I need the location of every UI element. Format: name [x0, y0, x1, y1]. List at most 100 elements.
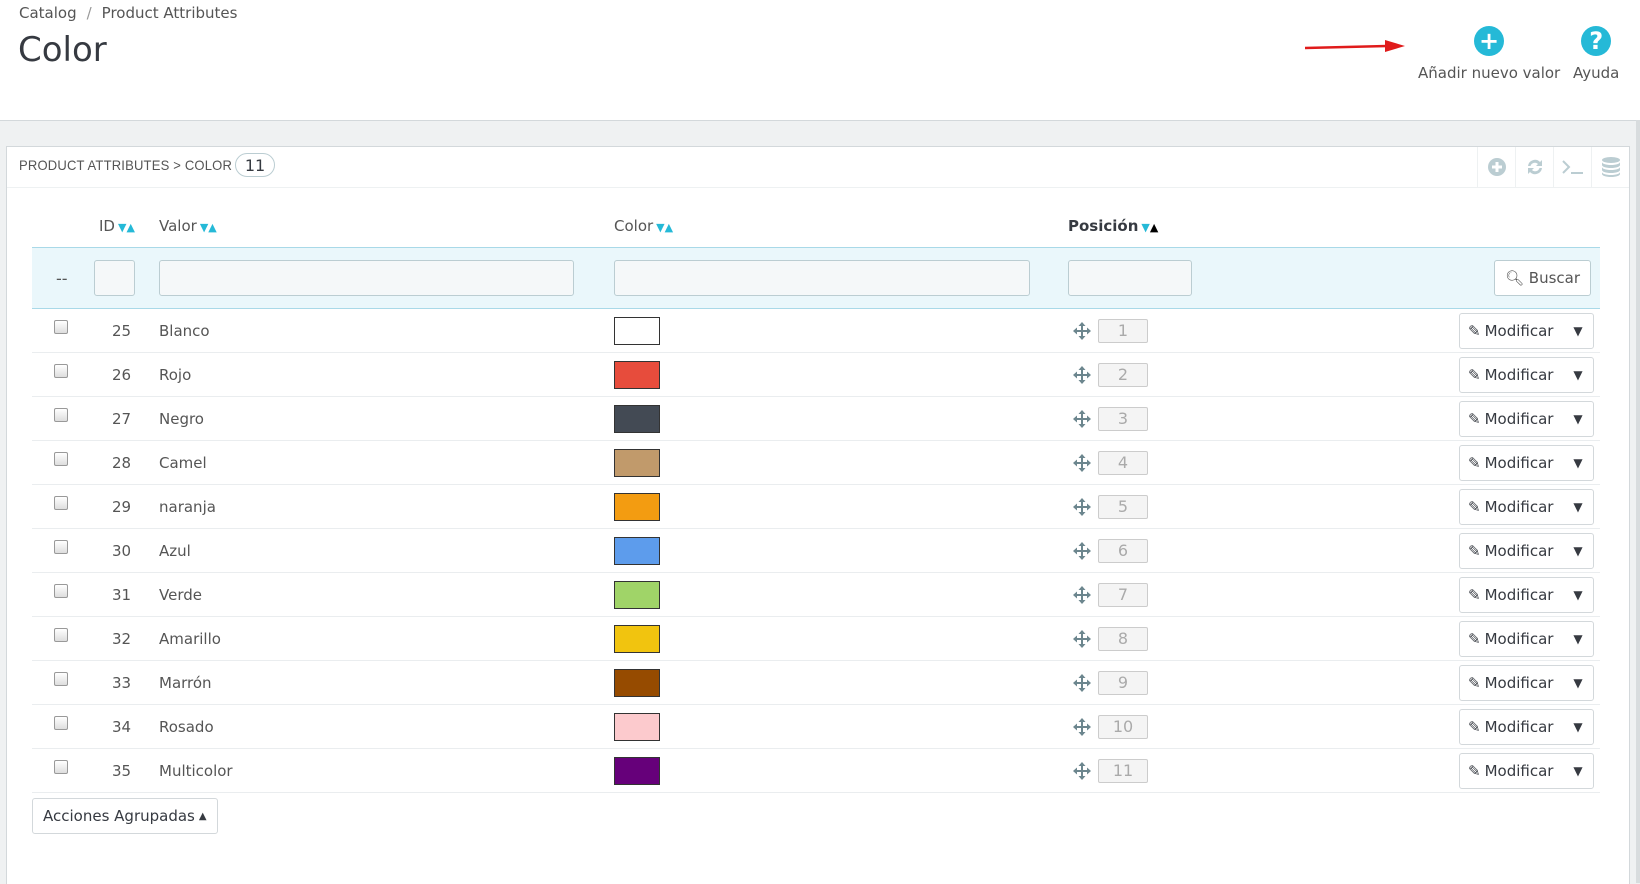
row-checkbox[interactable] [54, 671, 68, 686]
pencil-icon: ✎ [1468, 585, 1481, 604]
caret-down-icon[interactable]: ▼ [1563, 676, 1593, 690]
caret-down-icon[interactable]: ▼ [1563, 544, 1593, 558]
drag-move-icon[interactable] [1073, 409, 1091, 428]
terminal-icon[interactable] [1553, 147, 1591, 187]
color-swatch [614, 668, 660, 697]
edit-button[interactable]: ✎ Modificar [1460, 630, 1563, 648]
edit-button-group[interactable]: ✎ Modificar ▼ [1459, 356, 1594, 393]
edit-button-group[interactable]: ✎ Modificar ▼ [1459, 620, 1594, 657]
edit-label: Modificar [1484, 673, 1554, 692]
drag-move-icon[interactable] [1073, 761, 1091, 780]
sort-arrows-icon[interactable]: ▼▲ [1141, 221, 1158, 234]
filter-position-input[interactable] [1068, 260, 1192, 296]
caret-down-icon[interactable]: ▼ [1563, 456, 1593, 470]
edit-button-group[interactable]: ✎ Modificar ▼ [1459, 664, 1594, 701]
caret-down-icon[interactable]: ▼ [1563, 588, 1593, 602]
column-id[interactable]: ID ▼▲ [99, 205, 159, 248]
caret-down-icon[interactable]: ▼ [1563, 324, 1593, 338]
drag-move-icon[interactable] [1073, 585, 1091, 604]
breadcrumb-catalog[interactable]: Catalog [19, 4, 77, 22]
row-checkbox[interactable] [54, 539, 68, 554]
edit-button[interactable]: ✎ Modificar [1460, 322, 1563, 340]
drag-move-icon[interactable] [1073, 321, 1091, 340]
row-checkbox[interactable] [54, 583, 68, 598]
row-value: Marrón [159, 660, 614, 705]
row-id: 26 [99, 352, 159, 397]
row-checkbox[interactable] [54, 363, 68, 378]
caret-down-icon[interactable]: ▼ [1563, 368, 1593, 382]
column-color[interactable]: Color ▼▲ [614, 205, 1068, 248]
caret-down-icon[interactable]: ▼ [1563, 632, 1593, 646]
search-button[interactable]: 🔍︎ Buscar [1493, 260, 1591, 296]
edit-button-group[interactable]: ✎ Modificar ▼ [1459, 312, 1594, 349]
bulk-actions-label: Acciones Agrupadas [43, 807, 195, 825]
edit-button[interactable]: ✎ Modificar [1460, 586, 1563, 604]
row-value: Rojo [159, 352, 614, 397]
edit-button[interactable]: ✎ Modificar [1460, 366, 1563, 384]
drag-move-icon[interactable] [1073, 673, 1091, 692]
edit-button[interactable]: ✎ Modificar [1460, 498, 1563, 516]
row-value: Rosado [159, 704, 614, 749]
caret-down-icon[interactable]: ▼ [1563, 764, 1593, 778]
table-row: 31 Verde 7 ✎ Modificar ▼ [32, 572, 1600, 617]
row-checkbox[interactable] [54, 759, 68, 774]
refresh-icon[interactable] [1515, 147, 1553, 187]
edit-button-group[interactable]: ✎ Modificar ▼ [1459, 532, 1594, 569]
edit-label: Modificar [1484, 409, 1554, 428]
edit-label: Modificar [1484, 497, 1554, 516]
database-icon[interactable] [1591, 147, 1629, 187]
row-checkbox[interactable] [54, 451, 68, 466]
edit-button[interactable]: ✎ Modificar [1460, 762, 1563, 780]
drag-move-icon[interactable] [1073, 497, 1091, 516]
edit-button[interactable]: ✎ Modificar [1460, 542, 1563, 560]
filter-value-input[interactable] [159, 260, 574, 296]
add-new-value-button[interactable]: + Añadir nuevo valor [1418, 26, 1560, 82]
drag-move-icon[interactable] [1073, 541, 1091, 560]
edit-button-group[interactable]: ✎ Modificar ▼ [1459, 708, 1594, 745]
edit-button-group[interactable]: ✎ Modificar ▼ [1459, 400, 1594, 437]
edit-button-group[interactable]: ✎ Modificar ▼ [1459, 488, 1594, 525]
caret-down-icon[interactable]: ▼ [1563, 720, 1593, 734]
breadcrumb: Catalog / Product Attributes [19, 4, 237, 22]
sort-arrows-icon[interactable]: ▼▲ [200, 221, 217, 234]
edit-button[interactable]: ✎ Modificar [1460, 718, 1563, 736]
row-checkbox[interactable] [54, 715, 68, 730]
add-new-value-label: Añadir nuevo valor [1418, 64, 1561, 82]
color-swatch [614, 712, 660, 741]
edit-button[interactable]: ✎ Modificar [1460, 674, 1563, 692]
window-scrollbar[interactable] [1636, 120, 1640, 883]
drag-move-icon[interactable] [1073, 717, 1091, 736]
filter-id-input[interactable] [94, 260, 135, 296]
drag-move-icon[interactable] [1073, 453, 1091, 472]
sort-arrows-icon[interactable]: ▼▲ [656, 221, 673, 234]
add-icon[interactable] [1477, 147, 1515, 187]
drag-move-icon[interactable] [1073, 629, 1091, 648]
column-value[interactable]: Valor ▼▲ [159, 205, 614, 248]
caret-down-icon[interactable]: ▼ [1563, 412, 1593, 426]
edit-button-group[interactable]: ✎ Modificar ▼ [1459, 576, 1594, 613]
row-checkbox[interactable] [54, 627, 68, 642]
header-checkbox [32, 205, 99, 248]
edit-button-group[interactable]: ✎ Modificar ▼ [1459, 752, 1594, 789]
drag-move-icon[interactable] [1073, 365, 1091, 384]
column-position[interactable]: Posición ▼▲ [1068, 205, 1218, 248]
sort-arrows-icon[interactable]: ▼▲ [118, 221, 135, 234]
pencil-icon: ✎ [1468, 497, 1481, 516]
bulk-actions-button[interactable]: Acciones Agrupadas ▲ [32, 798, 218, 834]
table-row: 25 Blanco 1 ✎ Modificar ▼ [32, 308, 1600, 353]
caret-down-icon[interactable]: ▼ [1563, 500, 1593, 514]
color-swatch [614, 536, 660, 565]
edit-button[interactable]: ✎ Modificar [1460, 454, 1563, 472]
edit-button[interactable]: ✎ Modificar [1460, 410, 1563, 428]
table-row: 35 Multicolor 11 ✎ Modificar ▼ [32, 748, 1600, 793]
help-button[interactable]: ? Ayuda [1573, 26, 1619, 82]
row-checkbox[interactable] [54, 319, 68, 334]
row-checkbox[interactable] [54, 407, 68, 422]
color-swatch [614, 756, 660, 785]
edit-label: Modificar [1484, 717, 1554, 736]
filter-color-input[interactable] [614, 260, 1030, 296]
row-checkbox[interactable] [54, 495, 68, 510]
edit-button-group[interactable]: ✎ Modificar ▼ [1459, 444, 1594, 481]
row-id: 34 [99, 704, 159, 749]
row-value: Verde [159, 572, 614, 617]
